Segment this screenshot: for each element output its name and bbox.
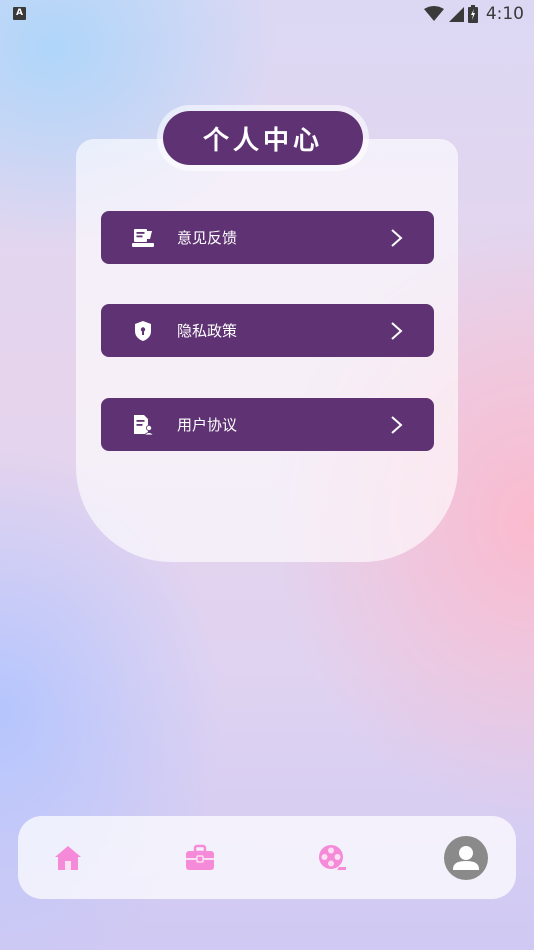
menu-item-label: 意见反馈 <box>177 229 238 247</box>
menu-item-label: 用户协议 <box>177 416 238 434</box>
menu-item-feedback[interactable]: 意见反馈 <box>101 211 434 264</box>
page-title: 个人中心 <box>163 111 363 165</box>
battery-icon <box>467 5 478 23</box>
menu-item-privacy-policy[interactable]: 隐私政策 <box>101 304 434 357</box>
chevron-right-icon <box>391 228 403 247</box>
shield-icon <box>131 319 155 343</box>
status-icons: 4:10 <box>423 3 524 25</box>
clock: 4:10 <box>485 4 524 24</box>
profile-icon <box>444 835 488 880</box>
briefcase-icon <box>186 844 214 870</box>
status-bar: A 4:10 <box>0 0 534 28</box>
menu-item-user-agreement[interactable]: 用户协议 <box>101 398 434 451</box>
bottom-nav <box>18 816 516 899</box>
chevron-right-icon <box>391 321 403 340</box>
nav-tab-briefcase[interactable] <box>160 816 240 899</box>
nav-tab-profile[interactable] <box>426 816 506 899</box>
nav-tab-video[interactable] <box>292 816 372 899</box>
feedback-icon <box>131 226 155 250</box>
signal-icon <box>448 7 464 22</box>
chevron-right-icon <box>391 415 403 434</box>
nav-tab-home[interactable] <box>28 816 108 899</box>
menu-item-label: 隐私政策 <box>177 322 238 340</box>
notification-badge: A <box>13 7 26 20</box>
home-icon <box>55 845 81 870</box>
wifi-icon <box>423 6 444 21</box>
film-reel-icon <box>319 844 346 870</box>
agreement-icon <box>131 413 155 437</box>
